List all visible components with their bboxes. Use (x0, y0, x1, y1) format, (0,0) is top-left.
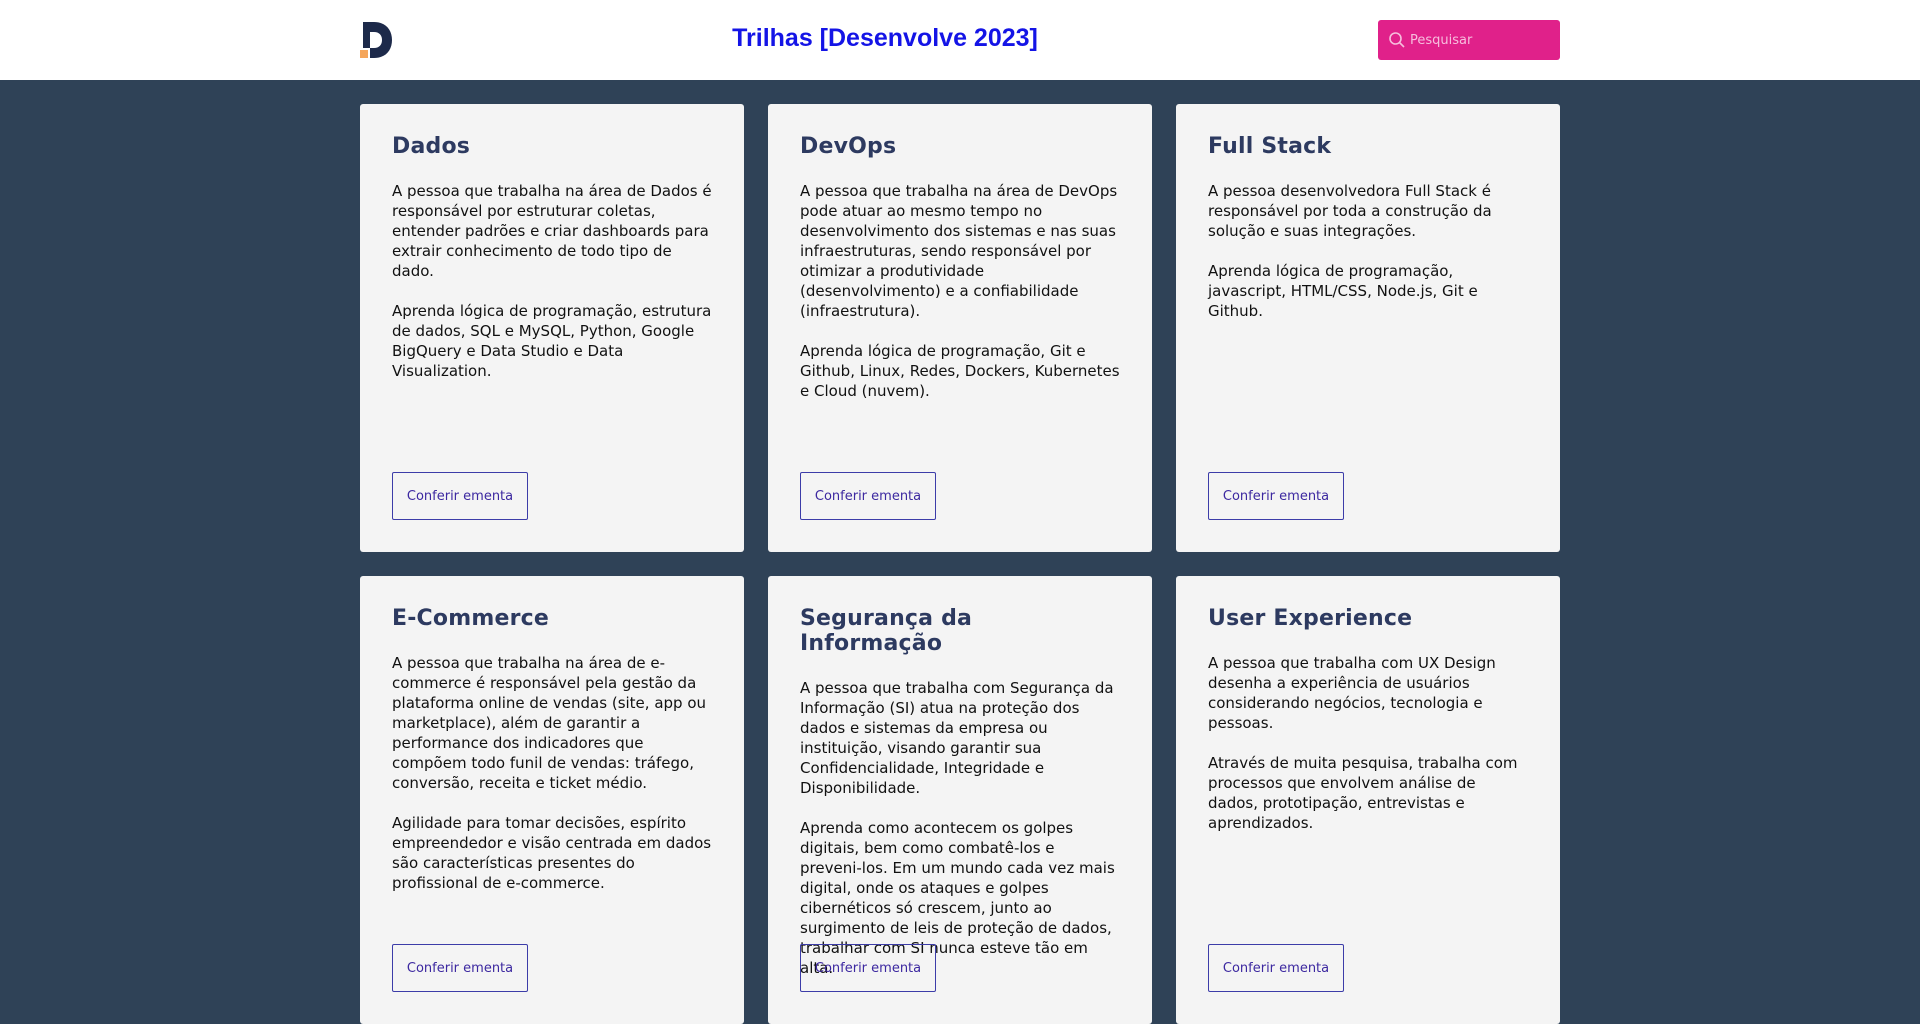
track-card-user-experience: User Experience A pessoa que trabalha co… (1176, 576, 1560, 1024)
conferir-ementa-button[interactable]: Conferir ementa (392, 472, 528, 520)
search-box[interactable] (1378, 20, 1560, 60)
card-description: A pessoa que trabalha na área de DevOps … (800, 182, 1120, 400)
conferir-ementa-button[interactable]: Conferir ementa (800, 472, 936, 520)
search-icon (1388, 31, 1406, 49)
card-description: A pessoa que trabalha na área de e-comme… (392, 654, 712, 892)
conferir-ementa-button[interactable]: Conferir ementa (392, 944, 528, 992)
card-description: A pessoa que trabalha com UX Design dese… (1208, 654, 1518, 832)
search-input[interactable] (1410, 20, 1556, 60)
conferir-ementa-button[interactable]: Conferir ementa (1208, 944, 1344, 992)
track-card-full-stack: Full Stack A pessoa desenvolvedora Full … (1176, 104, 1560, 552)
track-card-dados: Dados A pessoa que trabalha na área de D… (360, 104, 744, 552)
card-description: A pessoa que trabalha com Segurança da I… (800, 679, 1115, 977)
conferir-ementa-button[interactable]: Conferir ementa (1208, 472, 1344, 520)
track-cards-grid: Dados A pessoa que trabalha na área de D… (360, 104, 1560, 1024)
card-title: E-Commerce (392, 606, 549, 631)
conferir-ementa-button[interactable]: Conferir ementa (800, 944, 936, 992)
card-description: A pessoa que trabalha na área de Dados é… (392, 182, 712, 380)
track-card-seguranca: Segurança da Informação A pessoa que tra… (768, 576, 1152, 1024)
card-title: Segurança da Informação (800, 606, 973, 656)
track-card-devops: DevOps A pessoa que trabalha na área de … (768, 104, 1152, 552)
site-header: Trilhas [Desenvolve 2023] (0, 0, 1920, 80)
card-title: Full Stack (1208, 134, 1332, 159)
card-title: DevOps (800, 134, 897, 159)
card-description: A pessoa desenvolvedora Full Stack é res… (1208, 182, 1492, 320)
card-title: Dados (392, 134, 471, 159)
track-card-e-commerce: E-Commerce A pessoa que trabalha na área… (360, 576, 744, 1024)
card-title: User Experience (1208, 606, 1413, 631)
